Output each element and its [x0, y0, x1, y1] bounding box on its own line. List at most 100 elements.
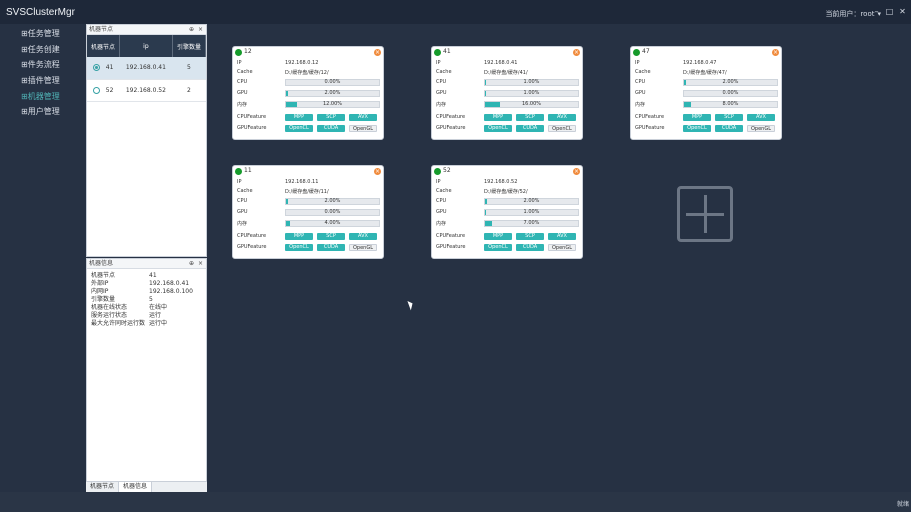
cpu-label: CPU: [237, 79, 248, 85]
gpu-feature-chip[interactable]: OpenCL: [285, 244, 313, 251]
info-row: 机器节点 41: [87, 272, 206, 280]
cpu-feature-chip[interactable]: SCP: [317, 233, 345, 240]
table-row[interactable]: 41 192.168.0.41 5: [87, 57, 206, 80]
mem-usage-text: 16.00%: [521, 101, 542, 107]
gpu-feature-chip[interactable]: OpenGL: [548, 244, 576, 251]
gpu-feature-label: GPUFeature: [237, 125, 267, 131]
gpu-feature-chip[interactable]: CUDA: [317, 125, 345, 132]
radio-icon[interactable]: [93, 64, 101, 72]
gpu-feature-chip[interactable]: CUDA: [516, 244, 544, 251]
gpu-feature-chip[interactable]: OpenCL: [548, 125, 576, 132]
machine-card[interactable]: 11 × IP 192.168.0.11 Cache D:/缓存盘/缓存/11/C…: [232, 165, 384, 259]
close-icon[interactable]: ×: [772, 49, 779, 56]
machine-card[interactable]: 41 × IP 192.168.0.41 Cache D:/缓存盘/缓存/41/C…: [431, 46, 583, 140]
gpu-feature-label: GPUFeature: [436, 125, 466, 131]
pin-icon[interactable]: ⊕: [189, 25, 194, 35]
cache-label: Cache: [436, 188, 452, 194]
info-key: 外部IP: [91, 280, 109, 287]
cpu-usage-text: 2.00%: [722, 79, 739, 85]
cpu-usage-bar: 2.00%: [683, 79, 778, 86]
nav-item-task-create[interactable]: ⊞任务创建: [21, 44, 60, 55]
gpu-usage-text: 1.00%: [523, 209, 540, 215]
gpu-feature-chip[interactable]: OpenCL: [683, 125, 711, 132]
mem-usage-text: 4.00%: [324, 220, 341, 226]
nav-item-machines[interactable]: ⊞机器管理: [21, 91, 60, 102]
gpu-feature-chip[interactable]: OpenGL: [747, 125, 775, 132]
close-icon[interactable]: ×: [198, 25, 203, 35]
add-machine-button[interactable]: [677, 186, 733, 242]
cpu-feature-chip[interactable]: MPP: [484, 114, 512, 121]
gpu-feature-chip[interactable]: OpenGL: [349, 125, 377, 132]
close-icon[interactable]: ×: [374, 168, 381, 175]
table-row[interactable]: 52 192.168.0.52 2: [87, 79, 206, 102]
cpu-feature-chip[interactable]: MPP: [285, 114, 313, 121]
machine-card[interactable]: 52 × IP 192.168.0.52 Cache D:/缓存盘/缓存/52/C…: [431, 165, 583, 259]
minimize-button[interactable]: –: [872, 7, 881, 16]
ip-label: IP: [635, 60, 640, 66]
tab-info[interactable]: 机器信息: [119, 482, 153, 492]
gpu-feature-chip[interactable]: OpenGL: [349, 244, 377, 251]
gpu-feature-chip[interactable]: CUDA: [516, 125, 544, 132]
gpu-feature-chip[interactable]: OpenCL: [484, 244, 512, 251]
nav-item-users[interactable]: ⊞用户管理: [21, 106, 60, 117]
col-engines[interactable]: 引擎数量: [172, 35, 207, 57]
gpu-label: GPU: [237, 90, 248, 96]
ip-label: IP: [237, 179, 242, 185]
ip-value: 192.168.0.52: [484, 179, 518, 185]
cpu-feature-chip[interactable]: SCP: [516, 233, 544, 240]
cpu-feature-chip[interactable]: MPP: [484, 233, 512, 240]
card-id: 41: [443, 48, 451, 55]
close-window-button[interactable]: ✕: [898, 7, 907, 16]
pin-icon[interactable]: ⊕: [189, 259, 194, 269]
cpu-feature-chip[interactable]: AVX: [548, 114, 576, 121]
close-icon[interactable]: ×: [573, 168, 580, 175]
node-ip: 192.168.0.52: [119, 79, 173, 102]
col-ip[interactable]: ip: [119, 35, 173, 57]
cpu-feature-chip[interactable]: SCP: [516, 114, 544, 121]
machine-card[interactable]: 12 × IP 192.168.0.12 Cache D:/缓存盘/缓存/12/C…: [232, 46, 384, 140]
cpu-label: CPU: [635, 79, 646, 85]
cpu-usage-text: 0.00%: [324, 79, 341, 85]
info-key: 服务运行状态: [91, 312, 128, 319]
cpu-feature-chip[interactable]: AVX: [548, 233, 576, 240]
gpu-feature-chip[interactable]: OpenCL: [484, 125, 512, 132]
maximize-button[interactable]: □: [885, 7, 894, 16]
cpu-feature-label: CPUFeature: [436, 114, 466, 120]
nav-item-plugins[interactable]: ⊞插件管理: [21, 75, 60, 86]
mem-usage-bar: 4.00%: [285, 220, 380, 227]
gpu-feature-chip[interactable]: CUDA: [715, 125, 743, 132]
cpu-feature-chip[interactable]: SCP: [715, 114, 743, 121]
cpu-feature-chip[interactable]: AVX: [349, 114, 377, 121]
nav-item-task-flow[interactable]: ⊞件务流程: [21, 59, 60, 70]
cpu-feature-chip[interactable]: MPP: [285, 233, 313, 240]
gpu-label: GPU: [436, 209, 447, 215]
gpu-feature-label: GPUFeature: [635, 125, 665, 131]
info-key: 引擎数量: [91, 296, 116, 303]
cpu-feature-label: CPUFeature: [436, 233, 466, 239]
mem-label: 内存: [237, 102, 248, 108]
close-icon[interactable]: ×: [573, 49, 580, 56]
info-value: 在线中: [149, 304, 168, 311]
col-node[interactable]: 机器节点: [87, 35, 120, 57]
radio-icon[interactable]: [93, 86, 101, 94]
tab-nodes[interactable]: 机器节点: [86, 482, 120, 492]
close-icon[interactable]: ×: [198, 259, 203, 269]
cache-value: D:/缓存盘/缓存/52/: [484, 189, 528, 195]
cpu-feature-chip[interactable]: AVX: [747, 114, 775, 121]
gpu-usage-text: 0.00%: [324, 209, 341, 215]
info-row: 引擎数量 5: [87, 296, 206, 304]
gpu-usage-bar: 0.00%: [683, 90, 778, 97]
cpu-feature-chip[interactable]: AVX: [349, 233, 377, 240]
online-status-icon: [434, 168, 441, 175]
status-text: 就绪: [896, 501, 909, 508]
info-key: 机器在线状态: [91, 304, 128, 311]
cpu-feature-chip[interactable]: SCP: [317, 114, 345, 121]
gpu-feature-chip[interactable]: OpenCL: [285, 125, 313, 132]
cpu-usage-bar: 2.00%: [285, 198, 380, 205]
cpu-feature-chip[interactable]: MPP: [683, 114, 711, 121]
gpu-usage-bar: 1.00%: [484, 209, 579, 216]
nav-item-task-manage[interactable]: ⊞任务管理: [21, 28, 60, 39]
machine-card[interactable]: 47 × IP 192.168.0.47 Cache D:/缓存盘/缓存/47/C…: [630, 46, 782, 140]
close-icon[interactable]: ×: [374, 49, 381, 56]
gpu-feature-chip[interactable]: CUDA: [317, 244, 345, 251]
